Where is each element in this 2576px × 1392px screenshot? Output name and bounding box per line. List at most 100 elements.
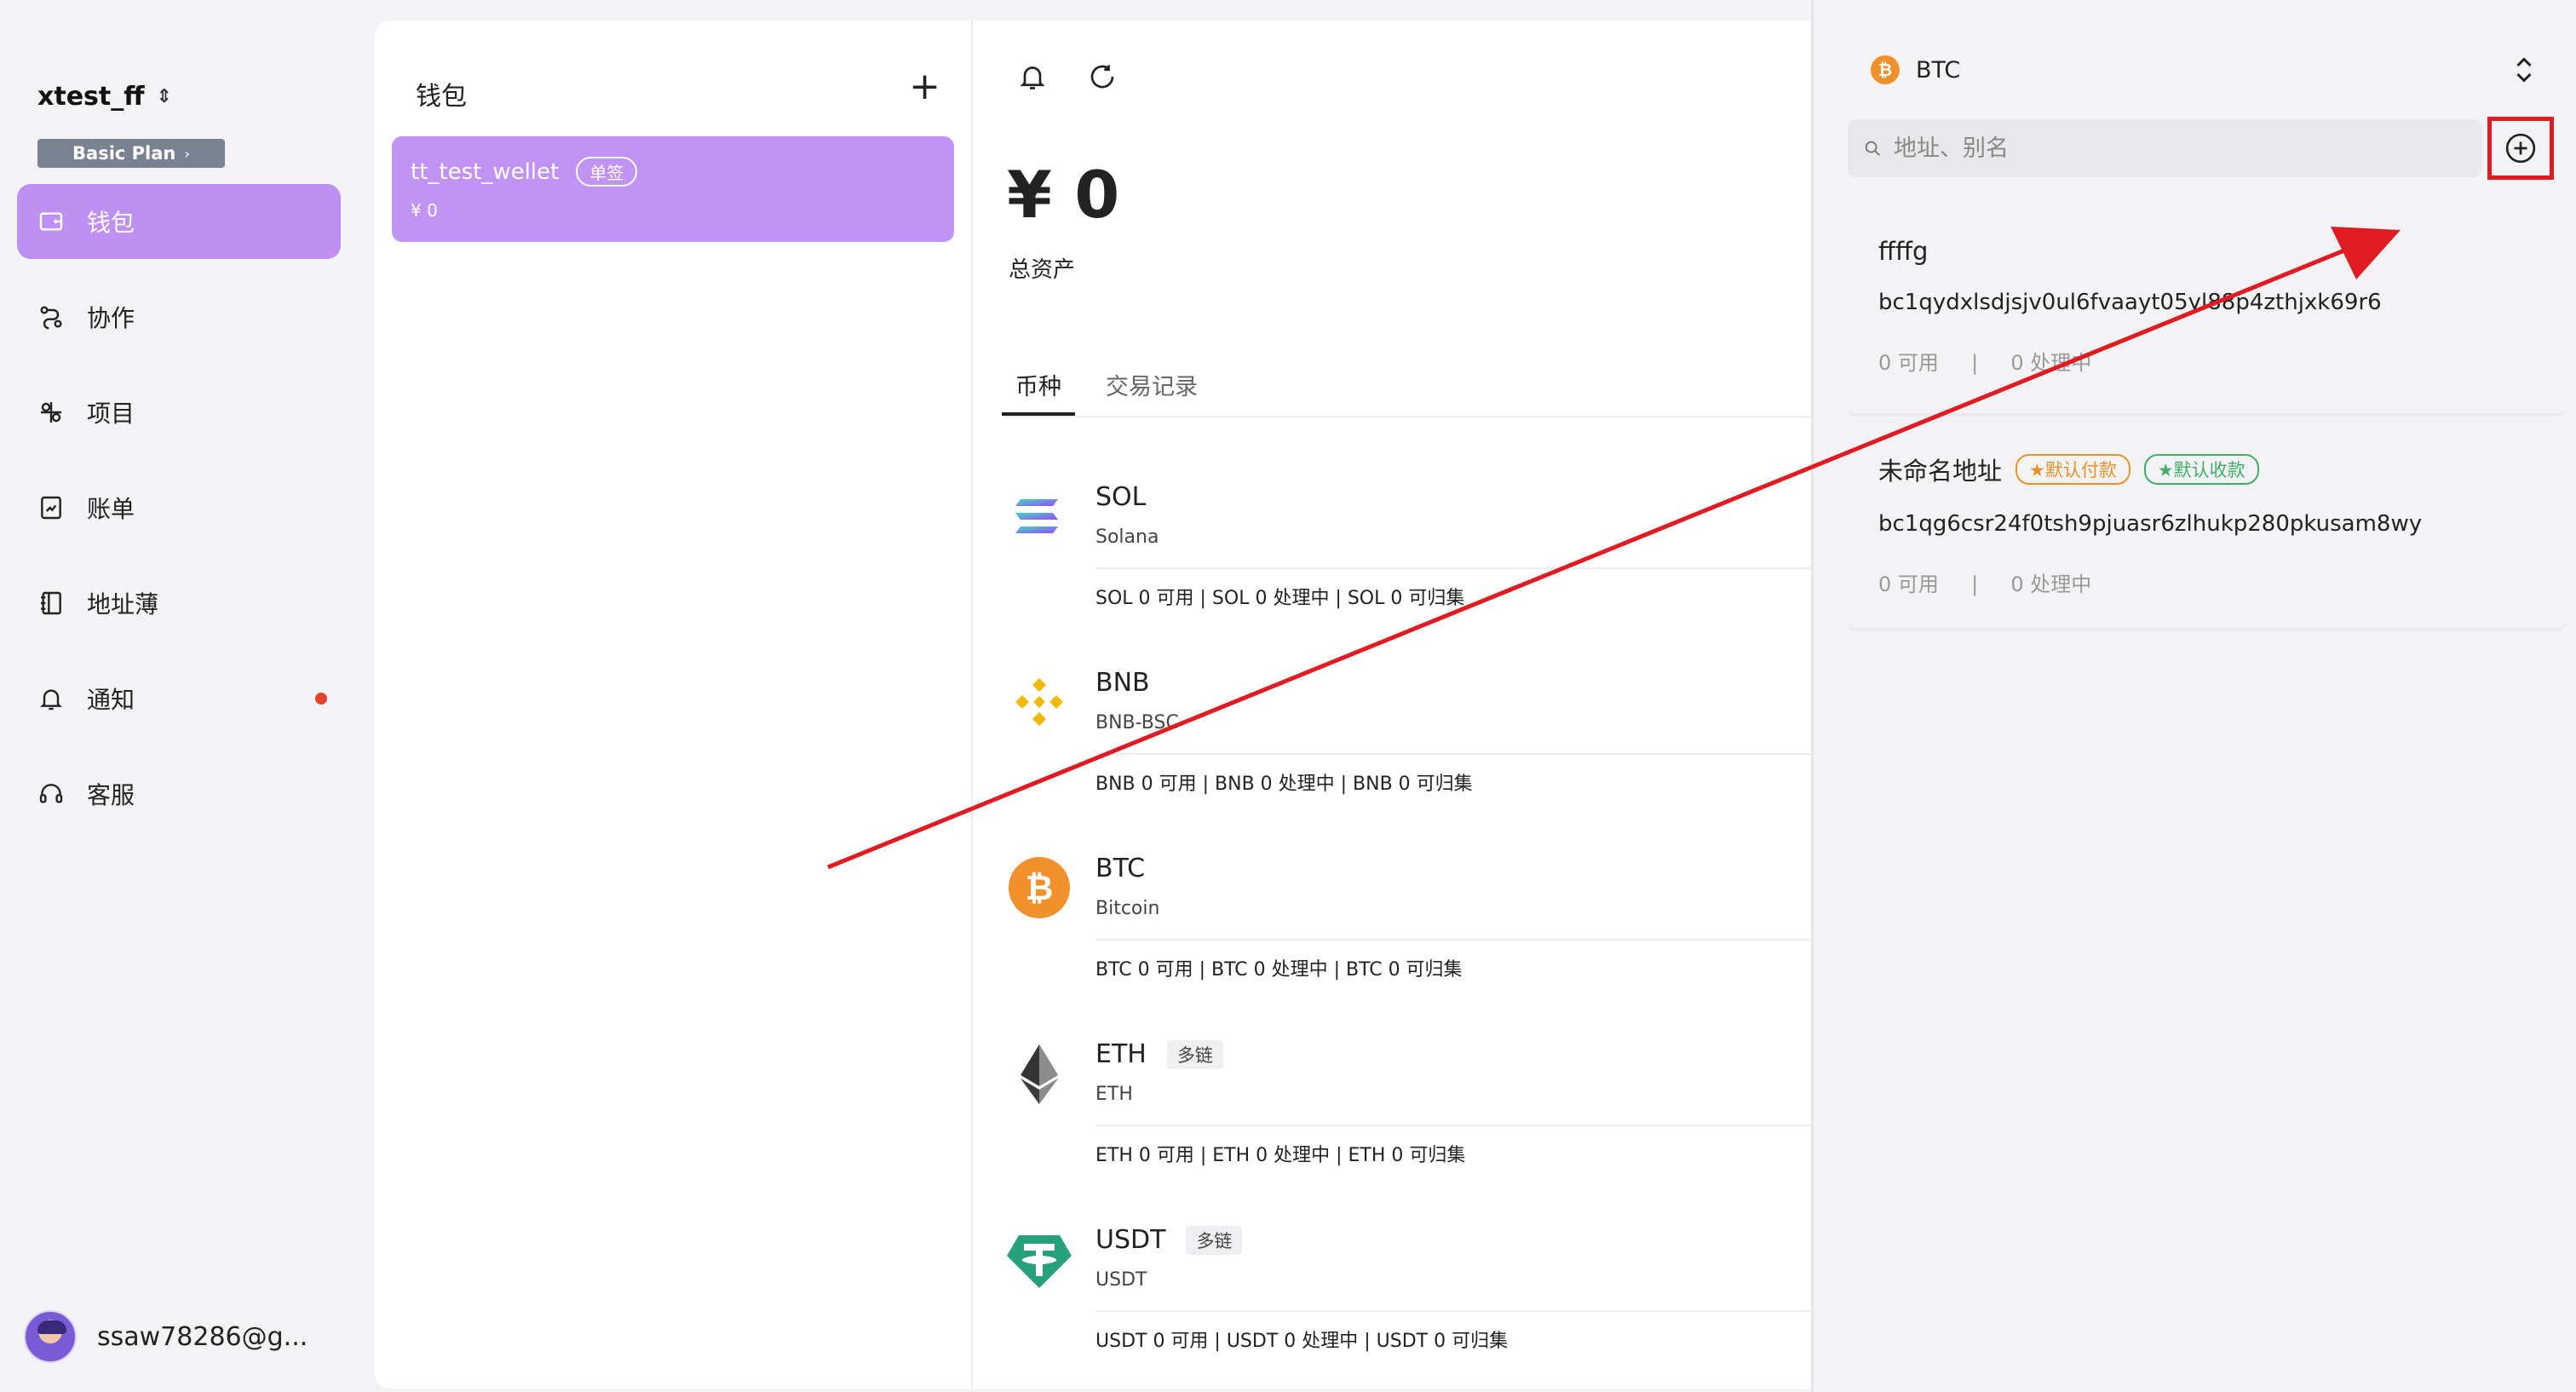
tab-transactions[interactable]: 交易记录 <box>1092 356 1211 416</box>
add-wallet-button[interactable]: + <box>909 68 940 106</box>
total-assets-value: ¥ 0 <box>1007 157 1120 233</box>
processing-amount: 0 处理中 <box>2010 572 2092 596</box>
avatar <box>24 1310 77 1363</box>
chevron-right-icon: › <box>184 145 190 162</box>
sidebar-item-label: 协作 <box>87 304 135 332</box>
wallet-amount: ¥ 0 <box>411 200 438 221</box>
sidebar-item-label: 账单 <box>87 495 135 523</box>
sidebar-item-bill[interactable]: 账单 <box>17 470 341 545</box>
coin-balances: BNB 0 可用 | BNB 0 处理中 | BNB 0 可归集 <box>1095 774 1473 795</box>
bitcoin-icon: ₿ <box>1007 855 1072 920</box>
coin-item-eth[interactable]: ETH 多链 ETH ETH 0 可用 | ETH 0 处理中 | ETH 0 … <box>1007 1012 1811 1198</box>
coin-chain: USDT <box>1095 1269 1147 1291</box>
divider <box>1095 939 1811 940</box>
sidebar-item-support[interactable]: 客服 <box>17 756 341 831</box>
coin-item-usdt[interactable]: USDT 多链 USDT USDT 0 可用 | USDT 0 处理中 | US… <box>1007 1198 1811 1383</box>
coin-symbol: BTC <box>1095 854 1146 883</box>
address-card[interactable]: 未命名地址 ★默认付款 ★默认收款 bc1qg6csr24f0tsh9pjuas… <box>1848 433 2565 630</box>
default-receive-tag: ★默认收款 <box>2143 454 2259 485</box>
coin-chain: Bitcoin <box>1095 898 1160 919</box>
coin-selector[interactable]: ₿ BTC <box>1870 55 1960 85</box>
search-input[interactable] <box>1894 135 2439 162</box>
collaboration-icon <box>36 302 66 332</box>
sidebar-item-label: 地址薄 <box>87 590 159 618</box>
wallet-detail-panel: ¥ 0 总资产 币种 交易记录 SOL Solana SOL 0 可用 | SO… <box>971 20 1811 1389</box>
coin-item-btc[interactable]: ₿ BTC Bitcoin BTC 0 可用 | BTC 0 处理中 | BTC… <box>1007 826 1811 1012</box>
sidebar-item-label: 通知 <box>87 686 135 714</box>
wallet-type-badge: 单签 <box>576 157 638 187</box>
wallet-name: tt_test_wellet <box>411 158 560 185</box>
coin-chain: Solana <box>1095 526 1159 548</box>
bitcoin-icon: ₿ <box>1871 55 1900 84</box>
wallet-card[interactable]: tt_test_wellet 单签 ¥ 0 <box>392 136 954 242</box>
coin-item-bnb[interactable]: BNB BNB-BSC BNB 0 可用 | BNB 0 处理中 | BNB 0… <box>1007 641 1811 826</box>
chevron-updown-icon: ⇕ <box>156 86 172 107</box>
available-amount: 0 可用 <box>1878 572 1939 596</box>
user-profile[interactable]: ssaw78286@g... <box>24 1310 308 1363</box>
coin-chain: BNB-BSC <box>1095 712 1179 733</box>
address-stats: 0 可用 | 0 处理中 <box>1878 346 2534 376</box>
coin-chain: ETH <box>1095 1084 1133 1105</box>
ethereum-icon <box>1007 1041 1072 1106</box>
divider <box>1095 1310 1811 1312</box>
address-card[interactable]: ffffg bc1qydxlsdjsjv0ul6fvaayt05yl88p4zt… <box>1848 218 2565 416</box>
address-value: bc1qydxlsdjsjv0ul6fvaayt05yl88p4zthjxk69… <box>1878 290 2382 315</box>
coin-symbol: SOL <box>1095 482 1147 512</box>
svg-text:₿: ₿ <box>1878 60 1892 80</box>
sidebar-item-label: 客服 <box>87 781 135 809</box>
chevron-updown-icon[interactable] <box>2511 53 2537 87</box>
processing-amount: 0 处理中 <box>2010 351 2092 375</box>
wallet-list-title: 钱包 <box>416 82 467 112</box>
tether-icon <box>1007 1227 1072 1291</box>
sidebar-item-project[interactable]: 项目 <box>17 375 341 450</box>
coin-list: SOL Solana SOL 0 可用 | SOL 0 处理中 | SOL 0 … <box>1007 455 1811 1383</box>
sidebar: xtest_ff ⇕ Basic Plan › 钱包 协作 项目 账单 地址薄 … <box>0 0 358 1392</box>
headset-icon <box>36 779 66 809</box>
org-switcher[interactable]: xtest_ff ⇕ <box>37 82 172 112</box>
address-stats: 0 可用 | 0 处理中 <box>1878 567 2534 597</box>
coin-balances: ETH 0 可用 | ETH 0 处理中 | ETH 0 可归集 <box>1095 1145 1466 1166</box>
divider <box>1095 1125 1811 1126</box>
total-assets-label: 总资产 <box>1009 257 1076 283</box>
solana-icon <box>1007 484 1072 549</box>
sidebar-item-wallet[interactable]: 钱包 <box>17 184 341 259</box>
multichain-tag: 多链 <box>1186 1225 1243 1255</box>
coin-balances: BTC 0 可用 | BTC 0 处理中 | BTC 0 可归集 <box>1095 959 1463 981</box>
address-value: bc1qg6csr24f0tsh9pjuasr6zlhukp280pkusam8… <box>1878 511 2423 537</box>
wallet-icon <box>36 206 66 237</box>
svg-text:₿: ₿ <box>1026 869 1054 908</box>
sidebar-item-label: 项目 <box>87 400 135 428</box>
org-name: xtest_ff <box>37 82 145 112</box>
default-payment-tag: ★默认付款 <box>2015 454 2130 485</box>
search-icon <box>1865 141 1880 156</box>
bnb-icon <box>1007 670 1072 734</box>
wallet-list-panel: 钱包 + tt_test_wellet 单签 ¥ 0 <box>375 20 971 1389</box>
coin-balances: SOL 0 可用 | SOL 0 处理中 | SOL 0 可归集 <box>1095 588 1465 609</box>
tab-currencies[interactable]: 币种 <box>1002 356 1075 416</box>
divider <box>1095 753 1811 755</box>
coin-balances: USDT 0 可用 | USDT 0 处理中 | USDT 0 可归集 <box>1095 1331 1509 1352</box>
coin-item-sol[interactable]: SOL Solana SOL 0 可用 | SOL 0 处理中 | SOL 0 … <box>1007 455 1811 641</box>
bell-icon <box>36 683 66 714</box>
address-name: 未命名地址 <box>1878 457 2003 486</box>
address-name: ffffg <box>1878 237 1929 266</box>
notification-dot <box>315 693 327 705</box>
sidebar-item-address-book[interactable]: 地址薄 <box>17 566 341 641</box>
bell-icon[interactable] <box>1017 60 1048 94</box>
plan-badge[interactable]: Basic Plan › <box>37 139 225 168</box>
add-address-button[interactable] <box>2487 117 2554 180</box>
available-amount: 0 可用 <box>1878 351 1939 375</box>
refresh-icon[interactable] <box>1087 60 1118 94</box>
coin-symbol: ETH <box>1095 1039 1147 1069</box>
address-book-icon <box>36 588 66 618</box>
sidebar-item-collaboration[interactable]: 协作 <box>17 279 341 354</box>
project-icon <box>36 397 66 428</box>
plan-label: Basic Plan <box>72 143 176 164</box>
sidebar-item-notifications[interactable]: 通知 <box>17 661 341 736</box>
address-search[interactable] <box>1848 119 2481 177</box>
plus-circle-icon <box>2505 133 2536 164</box>
coin-symbol: BNB <box>1095 668 1150 698</box>
address-panel: ₿ BTC ffffg bc1qydxlsdjsjv0ul6fvaayt05yl… <box>1811 0 2576 1392</box>
tabs: 币种 交易记录 <box>1002 356 1811 417</box>
multichain-tag: 多链 <box>1166 1039 1223 1069</box>
